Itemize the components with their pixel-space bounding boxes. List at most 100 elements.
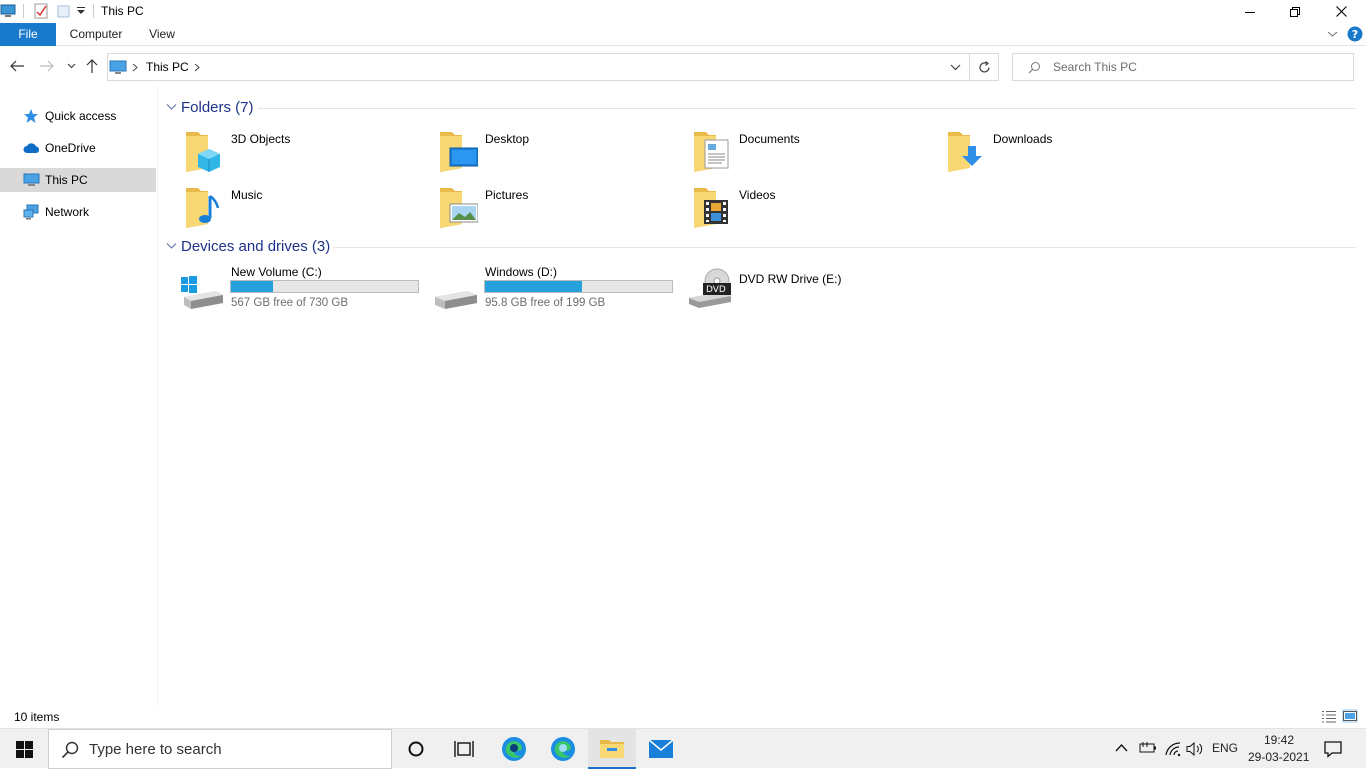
folder-downloads-icon bbox=[946, 128, 986, 174]
this-pc-icon bbox=[109, 59, 127, 75]
drive-usage-bar bbox=[230, 280, 419, 293]
drive-free-space: 95.8 GB free of 199 GB bbox=[485, 297, 606, 309]
chevron-right-icon[interactable] bbox=[132, 63, 138, 72]
chevron-down-icon[interactable] bbox=[166, 242, 177, 250]
properties-icon[interactable] bbox=[33, 3, 49, 19]
folder-3d-objects[interactable]: 3D Objects bbox=[184, 128, 434, 178]
forward-button[interactable] bbox=[39, 59, 55, 73]
folder-desktop[interactable]: Desktop bbox=[438, 128, 688, 178]
folder-documents[interactable]: Documents bbox=[692, 128, 942, 178]
item-count: 10 items bbox=[14, 710, 60, 724]
drive-label: DVD RW Drive (E:) bbox=[739, 272, 842, 286]
clock-date[interactable]: 29-03-2021 bbox=[1248, 750, 1309, 764]
search-placeholder: Search This PC bbox=[1053, 60, 1137, 74]
folder-label: 3D Objects bbox=[231, 132, 291, 146]
customize-toolbar-icon[interactable] bbox=[76, 6, 86, 16]
folder-desktop-icon bbox=[438, 128, 478, 174]
drive-usage-fill bbox=[485, 281, 582, 292]
file-explorer-app-button[interactable] bbox=[588, 729, 636, 769]
computer-icon bbox=[23, 172, 40, 188]
drive-d[interactable]: Windows (D:) 95.8 GB free of 199 GB bbox=[434, 265, 684, 315]
folder-label: Documents bbox=[739, 132, 800, 146]
folder-music[interactable]: Music bbox=[184, 184, 434, 234]
folder-documents-icon bbox=[692, 128, 732, 174]
sidebar-item-label: This PC bbox=[45, 173, 88, 187]
hard-drive-icon bbox=[434, 275, 478, 311]
folder-label: Videos bbox=[739, 188, 776, 202]
drive-label: New Volume (C:) bbox=[231, 265, 322, 279]
show-hidden-icons-icon[interactable] bbox=[1115, 743, 1128, 752]
navigation-bar: This PC Search This PC bbox=[0, 46, 1366, 86]
edge-beta-app-button[interactable] bbox=[539, 729, 587, 769]
details-view-icon[interactable] bbox=[1321, 710, 1337, 723]
sidebar-item-network[interactable]: Network bbox=[0, 200, 156, 224]
folder-label: Music bbox=[231, 188, 263, 202]
folder-videos[interactable]: Videos bbox=[692, 184, 942, 234]
taskbar-search-box[interactable]: Type here to search bbox=[48, 729, 392, 769]
mail-app-button[interactable] bbox=[637, 729, 685, 769]
search-icon bbox=[61, 741, 79, 759]
tab-file[interactable]: File bbox=[0, 23, 56, 46]
drive-free-space: 567 GB free of 730 GB bbox=[231, 297, 348, 309]
recent-locations-icon[interactable] bbox=[67, 63, 76, 69]
folder-label: Pictures bbox=[485, 188, 529, 202]
dvd-badge: DVD bbox=[706, 285, 726, 295]
address-dropdown-icon[interactable] bbox=[950, 64, 961, 71]
help-icon[interactable]: ? bbox=[1347, 26, 1363, 42]
restore-button[interactable] bbox=[1272, 0, 1318, 23]
folder-3d-objects-icon bbox=[184, 128, 224, 174]
title-bar: This PC bbox=[0, 0, 1366, 23]
search-input[interactable]: Search This PC bbox=[1012, 53, 1354, 81]
folder-pictures[interactable]: Pictures bbox=[438, 184, 688, 234]
new-folder-icon[interactable] bbox=[56, 3, 72, 19]
taskbar-search-placeholder: Type here to search bbox=[89, 741, 222, 758]
chevron-down-icon[interactable] bbox=[166, 103, 177, 111]
group-title: Folders (7) bbox=[181, 99, 254, 116]
sidebar-item-this-pc[interactable]: This PC bbox=[0, 168, 156, 192]
drive-c[interactable]: New Volume (C:) 567 GB free of 730 GB bbox=[180, 265, 430, 315]
address-bar[interactable]: This PC bbox=[107, 53, 970, 81]
search-icon bbox=[1028, 61, 1041, 74]
language-indicator[interactable]: ENG bbox=[1212, 741, 1238, 755]
breadcrumb-this-pc[interactable]: This PC bbox=[146, 60, 189, 74]
sidebar-item-quick-access[interactable]: Quick access bbox=[0, 104, 156, 128]
window-title: This PC bbox=[101, 4, 144, 18]
clock-time[interactable]: 19:42 bbox=[1264, 733, 1294, 747]
folder-label: Downloads bbox=[993, 132, 1053, 146]
cortana-button[interactable] bbox=[392, 729, 440, 769]
notifications-icon[interactable] bbox=[1324, 740, 1342, 758]
refresh-button[interactable] bbox=[969, 53, 999, 81]
folder-downloads[interactable]: Downloads bbox=[946, 128, 1196, 178]
svg-text:?: ? bbox=[1352, 28, 1358, 41]
tab-view[interactable]: View bbox=[140, 23, 184, 46]
close-button[interactable] bbox=[1318, 0, 1364, 23]
network-icon bbox=[23, 204, 40, 220]
drive-label: Windows (D:) bbox=[485, 265, 558, 279]
sidebar-item-onedrive[interactable]: OneDrive bbox=[0, 136, 156, 160]
group-title: Devices and drives (3) bbox=[181, 238, 331, 255]
expand-ribbon-icon[interactable] bbox=[1327, 30, 1338, 38]
folder-videos-icon bbox=[692, 184, 732, 230]
up-button[interactable] bbox=[85, 58, 99, 74]
minimize-button[interactable] bbox=[1227, 0, 1273, 23]
drive-e[interactable]: DVD DVD RW Drive (E:) bbox=[688, 265, 938, 315]
chevron-right-icon[interactable] bbox=[194, 63, 200, 72]
task-view-button[interactable] bbox=[440, 729, 488, 769]
sidebar-item-label: OneDrive bbox=[45, 141, 96, 155]
windows-drive-icon bbox=[180, 275, 224, 311]
sidebar-item-label: Quick access bbox=[45, 109, 117, 123]
computer-icon[interactable] bbox=[0, 3, 16, 19]
status-bar: 10 items bbox=[0, 706, 1366, 728]
folder-pictures-icon bbox=[438, 184, 478, 230]
back-button[interactable] bbox=[9, 59, 25, 73]
battery-icon[interactable] bbox=[1139, 741, 1157, 755]
start-button[interactable] bbox=[0, 729, 48, 769]
volume-icon[interactable] bbox=[1186, 741, 1204, 757]
wifi-icon[interactable] bbox=[1164, 741, 1182, 757]
drive-usage-fill bbox=[231, 281, 273, 292]
tab-computer[interactable]: Computer bbox=[62, 23, 130, 46]
drive-usage-bar bbox=[484, 280, 673, 293]
large-icons-view-icon[interactable] bbox=[1342, 709, 1358, 723]
cloud-icon bbox=[23, 140, 40, 156]
edge-app-button[interactable] bbox=[490, 729, 538, 769]
